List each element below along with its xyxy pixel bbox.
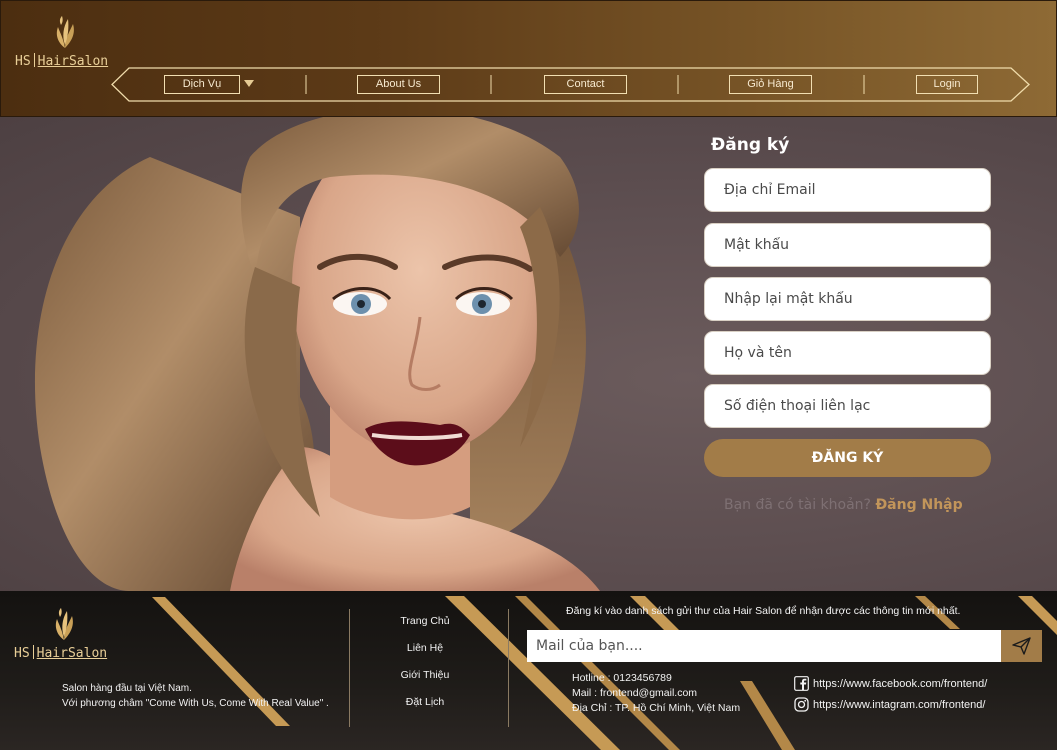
instagram-link[interactable]: https://www.intagram.com/frontend/ (794, 694, 987, 715)
nav-about-us[interactable]: About Us (357, 75, 440, 94)
leaf-logo-icon (56, 16, 74, 48)
instagram-icon (794, 697, 809, 712)
facebook-link[interactable]: https://www.facebook.com/frontend/ (794, 673, 987, 694)
footer-links: Trang Chủ Liên Hệ Giới Thiệu Đặt Lịch (380, 615, 470, 723)
woman-portrait-image (34, 117, 600, 591)
footer-logo-text: HS HairSalon (14, 645, 108, 661)
form-title: Đăng ký (711, 135, 790, 155)
mail-text: Mail : frontend@gmail.com (572, 687, 698, 699)
footer-logo[interactable]: HS HairSalon (14, 607, 114, 667)
password-field[interactable] (704, 223, 991, 267)
instagram-url[interactable]: https://www.intagram.com/frontend/ (813, 699, 985, 711)
nav-contact[interactable]: Contact (544, 75, 627, 94)
confirm-password-field[interactable] (704, 277, 991, 321)
footer-tagline: Salon hàng đầu tại Việt Nam. Với phương … (62, 681, 329, 711)
register-form: Đăng ký ĐĂNG KÝ Bạn đã có tài khoản? Đăn… (704, 117, 992, 591)
main-nav: Dịch Vụ About Us Contact Giỏ Hàng Login (111, 67, 1031, 102)
login-link[interactable]: Đăng Nhập (875, 497, 962, 513)
register-button[interactable]: ĐĂNG KÝ (704, 439, 991, 477)
newsletter-email-input[interactable] (527, 630, 1002, 662)
newsletter-text: Đăng kí vào danh sách gửi thư của Hair S… (566, 605, 961, 617)
nav-gio-hang[interactable]: Giỏ Hàng (729, 75, 812, 94)
nav-dich-vu[interactable]: Dịch Vụ (164, 75, 240, 94)
newsletter-send-button[interactable] (1001, 630, 1042, 662)
chevron-down-icon[interactable] (244, 80, 254, 87)
login-prompt: Bạn đã có tài khoản? Đăng Nhập (724, 497, 963, 513)
fullname-field[interactable] (704, 331, 991, 375)
email-field[interactable] (704, 168, 991, 212)
footer-divider (508, 609, 509, 727)
leaf-logo-icon (55, 608, 73, 640)
footer-link-dat-lich[interactable]: Đặt Lịch (380, 696, 470, 723)
login-prompt-text: Bạn đã có tài khoản? (724, 497, 871, 513)
facebook-url[interactable]: https://www.facebook.com/frontend/ (813, 678, 987, 690)
send-icon (1012, 637, 1031, 655)
site-footer: HS HairSalon Salon hàng đầu tại Việt Nam.… (0, 591, 1057, 750)
hotline-text: Hotline : 0123456789 (572, 672, 672, 684)
address-text: Địa Chỉ : TP. Hồ Chí Minh, Việt Nam (572, 702, 741, 714)
facebook-icon (794, 676, 809, 691)
phone-field[interactable] (704, 384, 991, 428)
nav-login[interactable]: Login (916, 75, 978, 94)
footer-divider (349, 609, 350, 727)
footer-link-trang-chu[interactable]: Trang Chủ (380, 615, 470, 642)
logo-text: HS HairSalon (15, 53, 109, 69)
footer-link-gioi-thieu[interactable]: Giới Thiệu (380, 669, 470, 696)
contact-info: Hotline : 0123456789 Mail : frontend@gma… (572, 671, 740, 716)
hero-section: Đăng ký ĐĂNG KÝ Bạn đã có tài khoản? Đăn… (0, 117, 1057, 591)
site-header: HS HairSalon Dịch Vụ About Us Contact Giỏ… (0, 0, 1057, 117)
header-logo[interactable]: HS HairSalon (15, 15, 115, 75)
tagline-line-1: Salon hàng đầu tại Việt Nam. (62, 683, 192, 694)
footer-link-lien-he[interactable]: Liên Hệ (380, 642, 470, 669)
tagline-line-2: Với phương châm "Come With Us, Come With… (62, 698, 329, 709)
social-links: https://www.facebook.com/frontend/ https… (794, 673, 987, 715)
